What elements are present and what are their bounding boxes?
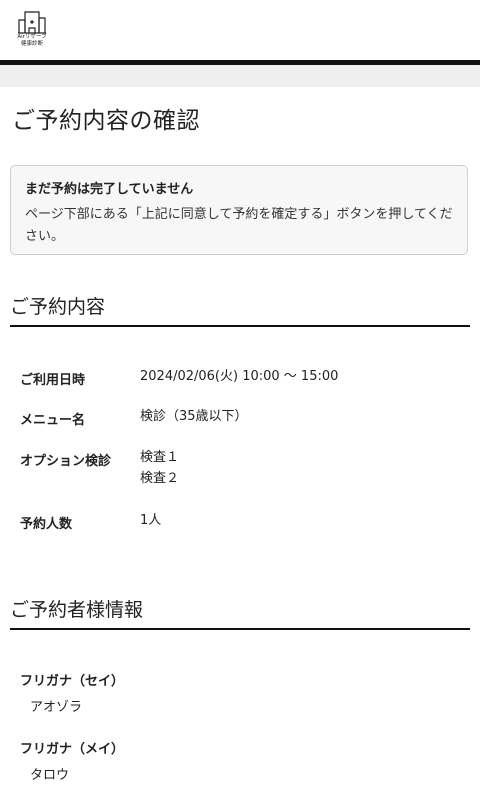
row-label: メニュー名 (20, 413, 86, 428)
value-line: 1人 (140, 513, 162, 528)
logo-text-service: 健康診断 (20, 41, 43, 47)
detail-row-options: オプション検診 検査１ 検査２ (20, 450, 470, 489)
row-label: ご利用日時 (20, 373, 86, 388)
row-value: 検診（35歳以下） (140, 406, 248, 428)
section-title-booker: ご予約者様情報 (10, 595, 470, 630)
field-label-kana-mei: フリガナ（メイ） (20, 742, 125, 757)
row-label: 予約人数 (20, 517, 73, 532)
incomplete-notice: まだ予約は完了していません ページ下部にある「上記に同意して予約を確定する」ボタ… (10, 165, 468, 255)
app-header: Airリザーブ 健康診断 (0, 0, 480, 60)
row-value: 1人 (140, 510, 161, 532)
airreserve-logo[interactable]: Airリザーブ 健康診断 (12, 10, 52, 52)
header-spacer-band (0, 65, 480, 87)
value-line: 検査１ (140, 450, 180, 465)
row-value: 2024/02/06(火) 10:00 〜 15:00 (140, 366, 338, 388)
row-label: オプション検診 (20, 454, 112, 469)
value-line: 検診（35歳以下） (140, 409, 248, 424)
building-icon (18, 11, 46, 34)
field-value-kana-mei: タロウ (30, 768, 70, 783)
field-value-kana-sei: アオゾラ (30, 700, 83, 715)
logo-text-brand: Airリザーブ (17, 34, 47, 40)
detail-row-party-size: 予約人数 1人 (20, 513, 470, 532)
notice-text: ページ下部にある「上記に同意して予約を確定する」ボタンを押してください。 (25, 207, 453, 244)
row-value: 検査１ 検査２ (140, 447, 179, 489)
value-line: 検査２ (140, 471, 180, 486)
section-title-reservation: ご予約内容 (10, 292, 470, 327)
detail-row-menu: メニュー名 検診（35歳以下） (20, 409, 470, 428)
field-label-kana-sei: フリガナ（セイ） (20, 674, 125, 689)
notice-title: まだ予約は完了していません (25, 182, 194, 197)
detail-row-datetime: ご利用日時 2024/02/06(火) 10:00 〜 15:00 (20, 369, 470, 388)
value-line: 2024/02/06(火) 10:00 〜 15:00 (140, 369, 339, 384)
page-title: ご予約内容の確認 (12, 108, 200, 134)
